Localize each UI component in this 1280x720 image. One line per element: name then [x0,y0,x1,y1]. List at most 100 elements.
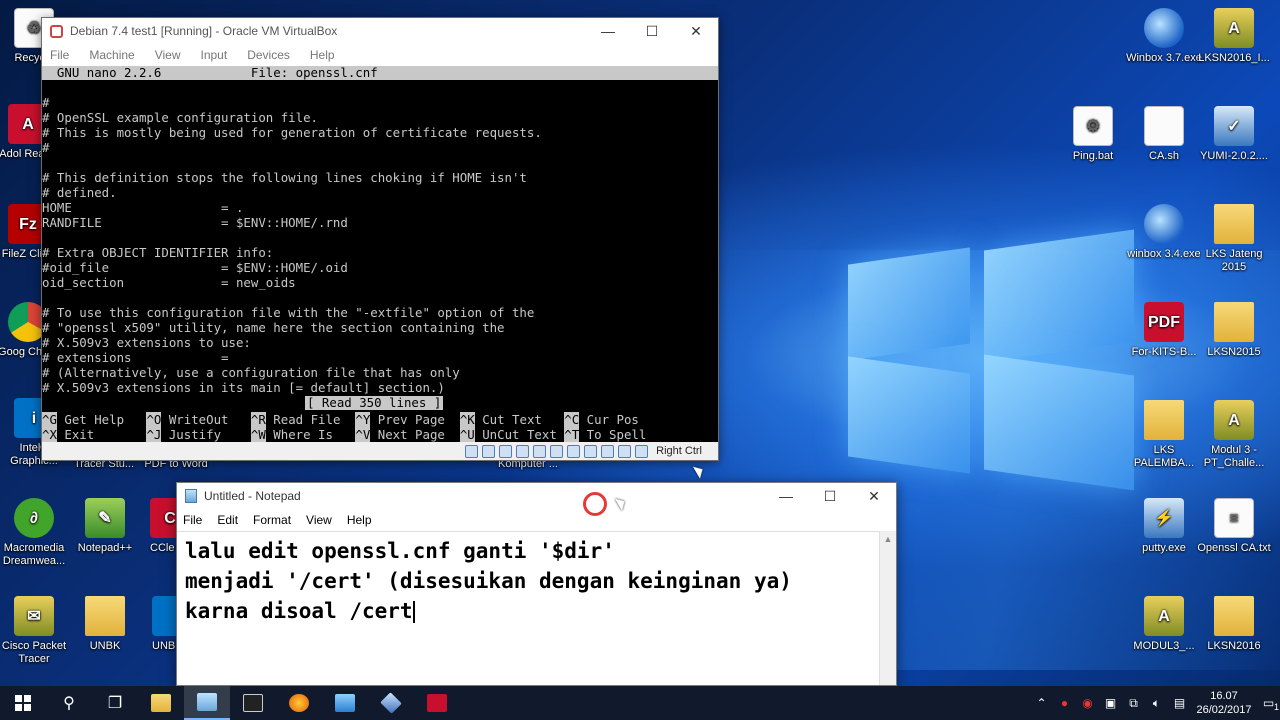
desktop-icon-lks-palembang[interactable]: LKS PALEMBA... [1126,400,1202,470]
mouse-integration-icon[interactable] [618,444,632,458]
desktop-icon-label: UNB [152,640,176,652]
desktop-icon-yumi[interactable]: ✓ YUMI-2.0.2.... [1196,106,1272,163]
menu-help[interactable]: Help [310,48,335,62]
text-line-content: karna disoal /cert [185,599,413,623]
desktop-icon-dreamweaver[interactable]: ∂ Macromedia Dreamwea... [0,498,72,568]
nano-buffer[interactable]: # # OpenSSL example configuration file. # … [42,80,718,395]
desktop-icon-for-kits[interactable]: PDF For-KITS-B... [1126,302,1202,359]
desktop-icon-ca-sh[interactable]: CA.sh [1126,106,1202,163]
vm-terminal[interactable]: GNU nano 2.2.6 File: openssl.cnf # # Open… [42,66,718,444]
nano-status-message: [ Read 350 lines ] [305,395,444,410]
shared-folders-icon[interactable] [550,444,564,458]
file-icon [1144,106,1184,146]
acrobat-icon [427,694,447,712]
nano-shortcut: ^O WriteOut [146,412,243,427]
vertical-scrollbar[interactable]: ▲ [879,531,896,685]
minimize-button[interactable]: — [586,18,630,44]
close-button[interactable]: ✕ [674,18,718,44]
nano-text-line [42,230,718,245]
nano-shortcut-key: ^Y [355,412,371,427]
taskbar-file-explorer[interactable] [138,686,184,720]
desktop-icon-label: MODUL3_... [1133,640,1195,652]
desktop-icon-label: Ping.bat [1072,150,1114,162]
volume-icon[interactable]: 🔈︎ [1145,696,1168,711]
menu-file[interactable]: File [183,513,202,527]
desktop-icon-unb[interactable]: UNB [130,596,176,653]
close-button[interactable]: ✕ [852,483,896,509]
nano-text-line: # X.509v3 extensions in its main [= defa… [42,380,445,395]
task-view-button[interactable]: ❐ [92,686,138,720]
desktop-icon-openssl-ca-txt[interactable]: ≡ Openssl CA.txt [1196,498,1272,555]
chevron-up-icon[interactable]: ⌃ [1030,696,1053,710]
minimize-button[interactable]: — [764,483,808,509]
nano-shortcut-label: Cur Pos [579,412,639,427]
taskbar-notepad[interactable] [184,686,230,720]
notepad-text-area[interactable]: lalu edit openssl.cnf ganti '$dir' menja… [177,531,880,685]
nano-shortcut-key: ^O [146,412,162,427]
nano-shortcut: ^W Where Is [250,427,348,442]
vbox-titlebar[interactable]: Debian 7.4 test1 [Running] - Oracle VM V… [42,18,718,44]
network-icon[interactable]: ⧉ [1122,696,1145,711]
nano-shortcut-key: ^C [564,412,580,427]
desktop-icon-modul-3[interactable]: A Modul 3 - PT_Challe... [1196,400,1272,470]
cisco-packet-tracer-icon: ✉ [14,596,54,636]
maximize-button[interactable]: ☐ [808,483,852,509]
menu-devices[interactable]: Devices [247,48,290,62]
desktop-icon-lksn2015[interactable]: LKSN2015 [1196,302,1272,359]
network-icon[interactable] [516,444,530,458]
app-tray-icon[interactable]: ◉ [1076,696,1099,710]
scroll-up-arrow-icon[interactable]: ▲ [880,531,896,548]
search-button[interactable]: ⚲ [46,686,92,720]
desktop-icon-lks-jateng-2015[interactable]: LKS Jateng 2015 [1196,204,1272,274]
menu-view[interactable]: View [306,513,332,527]
desktop-icon-winbox-34[interactable]: winbox 3.4.exe [1126,204,1202,261]
cpu-icon[interactable] [601,444,615,458]
desktop-icon-winbox-37[interactable]: Winbox 3.7.exe [1126,8,1202,65]
desktop-icon-label: putty.exe [1142,542,1186,554]
desktop-icon-putty[interactable]: ⚡ putty.exe [1126,498,1202,555]
menu-machine[interactable]: Machine [89,48,134,62]
hard-disk-icon[interactable] [465,444,479,458]
display-tray-icon[interactable]: ▣ [1099,696,1122,710]
taskbar-virtualbox[interactable] [368,686,414,720]
notepad-icon [197,693,217,711]
menu-view[interactable]: View [155,48,181,62]
menu-format[interactable]: Format [253,513,291,527]
menu-file[interactable]: File [50,48,69,62]
menu-help[interactable]: Help [347,513,372,527]
display-icon[interactable] [567,444,581,458]
action-center-button[interactable]: ▭ 1 [1257,696,1280,712]
desktop-icon-modul3[interactable]: A MODUL3_... [1126,596,1202,653]
audio-icon[interactable] [499,444,513,458]
folder-icon [85,596,125,636]
video-capture-icon[interactable] [584,444,598,458]
menu-edit[interactable]: Edit [217,513,238,527]
taskbar-terminal[interactable] [230,686,276,720]
start-button[interactable] [0,686,46,720]
desktop-icon-lksn2016-folder[interactable]: LKSN2016 [1196,596,1272,653]
desktop-icon-ping-bat[interactable]: ⚙ Ping.bat [1055,106,1131,163]
notepad-window[interactable]: Untitled - Notepad — ☐ ✕ File Edit Forma… [176,482,897,686]
desktop-icon-lksn2016-i[interactable]: A LKSN2016_I... [1196,8,1272,65]
usb-icon[interactable] [533,444,547,458]
desktop-icon-label: Winbox 3.7.exe [1126,52,1202,64]
notepad-titlebar[interactable]: Untitled - Notepad — ☐ ✕ [177,483,896,509]
winbox-icon [1144,8,1184,48]
keyboard-icon[interactable]: ▤ [1168,696,1191,710]
desktop-icon-label: LKS PALEMBA... [1133,444,1195,469]
menu-input[interactable]: Input [201,48,228,62]
desktop-icon-ccleaner[interactable]: C CCle [128,498,176,555]
taskbar-control-panel[interactable] [322,686,368,720]
taskbar-clock[interactable]: 16.07 26/02/2017 [1191,689,1257,717]
yumi-icon: ✓ [1214,106,1254,146]
maximize-button[interactable]: ☐ [630,18,674,44]
optical-drive-icon[interactable] [482,444,496,458]
taskbar-acrobat[interactable] [414,686,460,720]
nano-header: GNU nano 2.2.6 File: openssl.cnf [42,66,718,80]
taskbar-firefox[interactable] [276,686,322,720]
keyboard-capture-icon[interactable] [635,444,649,458]
desktop-icon-cisco-packet-tracer[interactable]: ✉ Cisco Packet Tracer [0,596,72,666]
virtualbox-window[interactable]: Debian 7.4 test1 [Running] - Oracle VM V… [41,17,719,461]
nano-shortcut-label: Get Help [56,412,139,427]
record-icon[interactable]: ● [1053,696,1076,710]
